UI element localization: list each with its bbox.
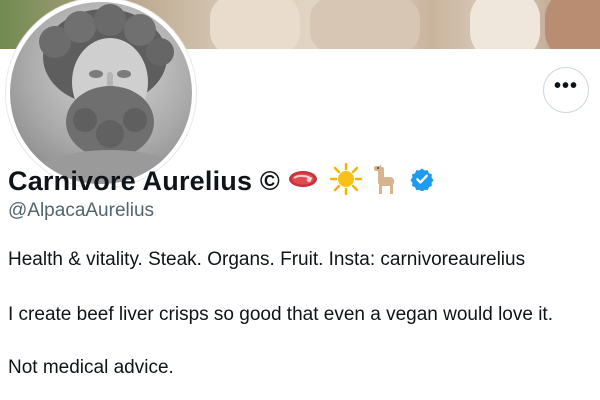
banner-image-part xyxy=(545,0,600,49)
avatar[interactable] xyxy=(10,2,192,184)
display-name-row: Carnivore Aurelius © xyxy=(8,162,434,200)
sun-icon xyxy=(329,162,363,200)
bust-image xyxy=(24,4,192,184)
bio-line: Health & vitality. Steak. Organs. Fruit.… xyxy=(8,249,526,270)
verified-badge-icon[interactable] xyxy=(410,167,434,196)
banner-image xyxy=(210,0,300,49)
banner-image-part xyxy=(310,0,420,49)
display-name: Carnivore Aurelius © xyxy=(8,165,280,196)
bio-line: I create beef liver crisps so good that … xyxy=(8,304,553,325)
steak-icon xyxy=(288,169,318,194)
llama-icon xyxy=(372,163,400,200)
banner-image-part xyxy=(470,0,540,49)
more-icon: ••• xyxy=(553,75,578,97)
bio-line: Not medical advice. xyxy=(8,357,174,378)
user-handle: @AlpacaAurelius xyxy=(8,200,155,221)
more-options-button[interactable]: ••• xyxy=(543,67,589,113)
